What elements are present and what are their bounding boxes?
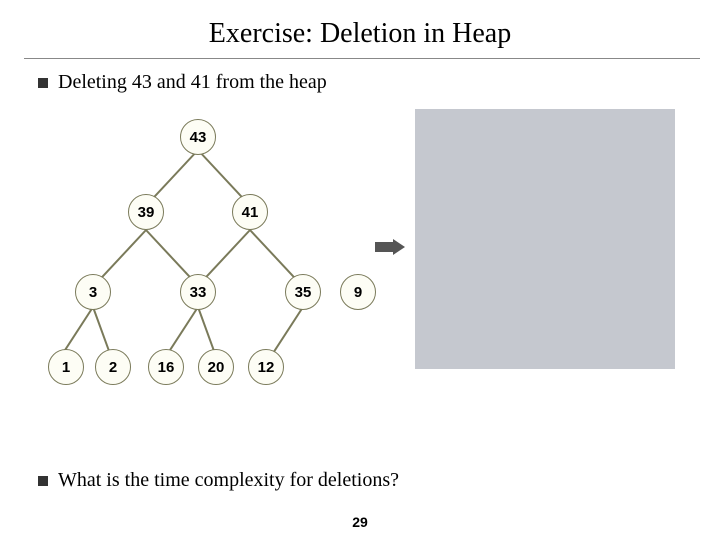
heap-node: 2 [95, 349, 131, 385]
heap-node: 9 [340, 274, 376, 310]
heap-node-root: 43 [180, 119, 216, 155]
bullet-icon [38, 78, 48, 88]
heap-node: 20 [198, 349, 234, 385]
result-placeholder-box [415, 109, 675, 369]
heap-node: 39 [128, 194, 164, 230]
heap-diagram: 43 39 41 3 33 35 9 1 2 16 20 12 [0, 104, 720, 434]
bullet-point-1: Deleting 43 and 41 from the heap [38, 71, 720, 94]
heap-node: 35 [285, 274, 321, 310]
heap-node: 16 [148, 349, 184, 385]
page-number: 29 [0, 514, 720, 530]
bullet-2-text: What is the time complexity for deletion… [58, 469, 399, 492]
slide-title: Exercise: Deletion in Heap [0, 0, 720, 58]
heap-node: 1 [48, 349, 84, 385]
heap-node: 41 [232, 194, 268, 230]
tree-edge [269, 306, 303, 357]
bullet-icon [38, 476, 48, 486]
title-divider [24, 58, 700, 59]
heap-node: 12 [248, 349, 284, 385]
heap-node: 3 [75, 274, 111, 310]
heap-node: 33 [180, 274, 216, 310]
bullet-point-2: What is the time complexity for deletion… [38, 469, 399, 492]
bullet-1-text: Deleting 43 and 41 from the heap [58, 71, 327, 94]
